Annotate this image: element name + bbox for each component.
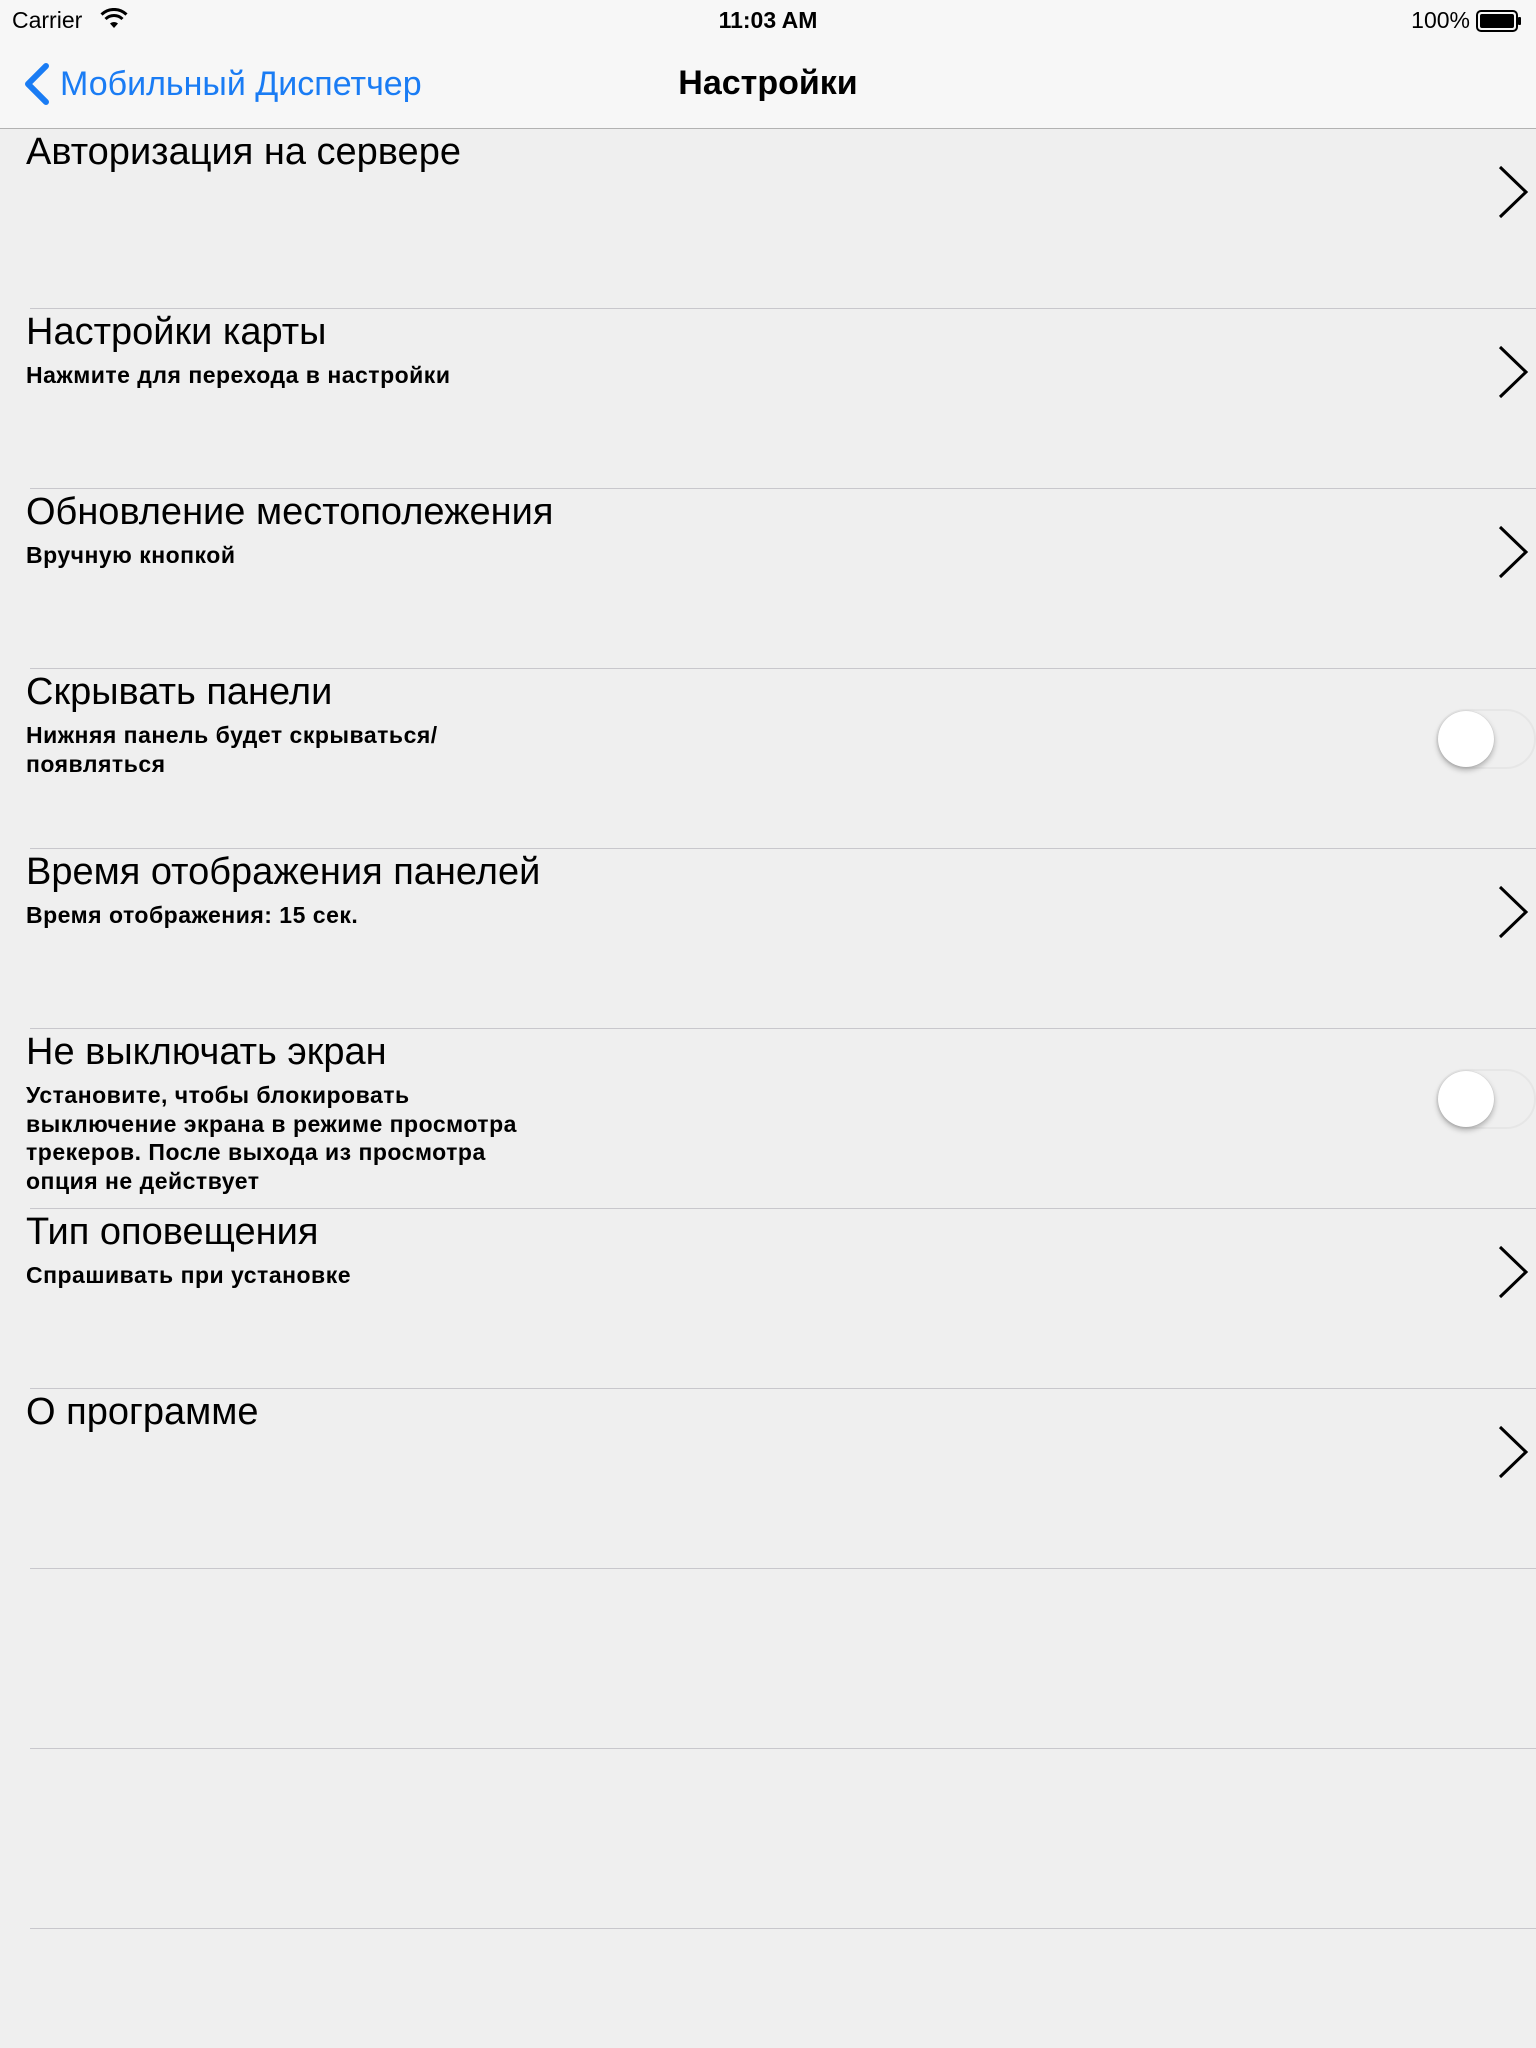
setting-title: О программе [26,1391,259,1433]
row-divider [30,1928,1536,1929]
setting-row-notification-type[interactable]: Тип оповещения Спрашивать при установке [0,1209,1536,1389]
keep-screen-on-toggle[interactable] [1436,1069,1536,1129]
setting-subtitle: Спрашивать при установке [26,1262,351,1288]
battery-icon [1476,10,1521,32]
chevron-right-icon [1498,1425,1529,1479]
setting-row-panel-display-time[interactable]: Время отображения панелей Время отображе… [0,849,1536,1029]
setting-subtitle: Время отображения: 15 сек. [26,902,359,928]
chevron-right-icon [1498,525,1529,579]
battery-percent: 100% [1411,7,1470,33]
settings-list: Авторизация на сервере Настройки карты Н… [0,129,1536,1929]
chevron-right-icon [1498,1245,1529,1299]
chevron-right-icon [1498,165,1529,219]
empty-row [0,1569,1536,1749]
toggle-knob [1438,1071,1494,1127]
setting-row-hide-panels: Скрывать панели Нижняя панель будет скры… [0,669,1536,849]
setting-title: Авторизация на сервере [26,131,461,173]
setting-row-location-update[interactable]: Обновление местополежения Вручную кнопко… [0,489,1536,669]
chevron-right-icon [1498,885,1529,939]
setting-title: Тип оповещения [26,1211,319,1253]
setting-title: Скрывать панели [26,671,333,713]
setting-subtitle: Установите, чтобы блокировать выключение… [26,1082,517,1194]
hide-panels-toggle[interactable] [1436,709,1536,769]
setting-title: Обновление местополежения [26,491,554,533]
setting-row-about[interactable]: О программе [0,1389,1536,1569]
empty-row [0,1749,1536,1929]
setting-title: Время отображения панелей [26,851,541,893]
setting-subtitle: Нижняя панель будет скрываться/ появлять… [26,722,438,777]
setting-row-map-settings[interactable]: Настройки карты Нажмите для перехода в н… [0,309,1536,489]
navigation-bar: Мобильный Диспетчер Настройки [0,40,1536,129]
setting-subtitle: Вручную кнопкой [26,542,236,568]
setting-title: Не выключать экран [26,1031,387,1073]
status-bar: Carrier 11:03 AM 100% [0,0,1536,40]
setting-subtitle: Нажмите для перехода в настройки [26,362,451,388]
toggle-knob [1438,711,1494,767]
setting-title: Настройки карты [26,311,327,353]
clock: 11:03 AM [718,7,818,33]
setting-row-server-auth[interactable]: Авторизация на сервере [0,129,1536,309]
setting-row-keep-screen-on: Не выключать экран Установите, чтобы бло… [0,1029,1536,1209]
page-title: Настройки [678,64,858,102]
chevron-right-icon [1498,345,1529,399]
